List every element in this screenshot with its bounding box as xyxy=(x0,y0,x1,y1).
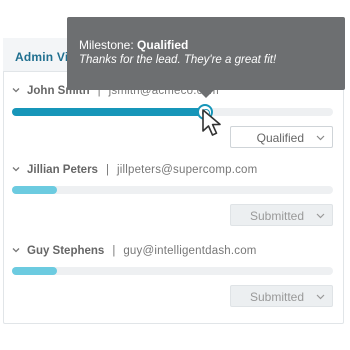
separator: | xyxy=(112,245,116,257)
status-value: Submitted xyxy=(249,290,304,304)
status-value: Submitted xyxy=(249,209,304,223)
progress-fill xyxy=(12,267,57,275)
lead-name: Jillian Peters xyxy=(27,164,98,176)
progress-fill xyxy=(12,108,208,116)
tooltip-title: Milestone: Qualified xyxy=(79,38,188,52)
lead-header[interactable]: Guy Stephens | guy@intelligentdash.com xyxy=(12,245,257,257)
separator: | xyxy=(105,164,109,176)
status-select[interactable]: Submitted xyxy=(230,204,333,226)
tab-admin-view[interactable]: Admin Vi xyxy=(15,50,68,64)
status-value: Qualified xyxy=(256,131,304,145)
chevron-down-icon[interactable] xyxy=(12,246,20,254)
lead-email: guy@intelligentdash.com xyxy=(123,245,257,257)
chevron-down-icon xyxy=(316,294,325,300)
status-select[interactable]: Qualified xyxy=(230,126,333,148)
status-select[interactable]: Submitted xyxy=(230,285,333,307)
chevron-down-icon xyxy=(316,135,325,141)
chevron-down-icon[interactable] xyxy=(12,165,20,173)
lead-header[interactable]: Jillian Peters | jillpeters@supercomp.co… xyxy=(12,164,257,176)
progress-track[interactable] xyxy=(12,108,333,116)
tooltip-milestone: Qualified xyxy=(137,38,189,52)
milestone-tooltip: Milestone: Qualified Thanks for the lead… xyxy=(67,17,345,98)
lead-name: Guy Stephens xyxy=(27,245,105,257)
chevron-down-icon[interactable] xyxy=(12,86,20,94)
tooltip-message: Thanks for the lead. They're a great fit… xyxy=(79,54,277,66)
progress-track[interactable] xyxy=(12,267,333,275)
lead-email: jillpeters@supercomp.com xyxy=(116,164,258,176)
progress-fill xyxy=(12,186,57,194)
pointer-cursor-icon xyxy=(200,107,228,139)
tooltip-label: Milestone: xyxy=(79,38,134,52)
chevron-down-icon xyxy=(316,213,325,219)
progress-track[interactable] xyxy=(12,186,333,194)
